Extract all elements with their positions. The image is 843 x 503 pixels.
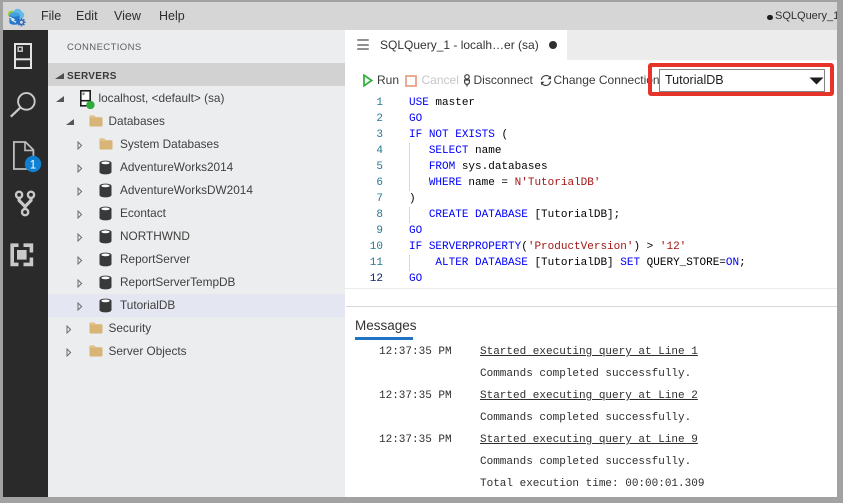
- svg-text:1: 1: [30, 159, 36, 171]
